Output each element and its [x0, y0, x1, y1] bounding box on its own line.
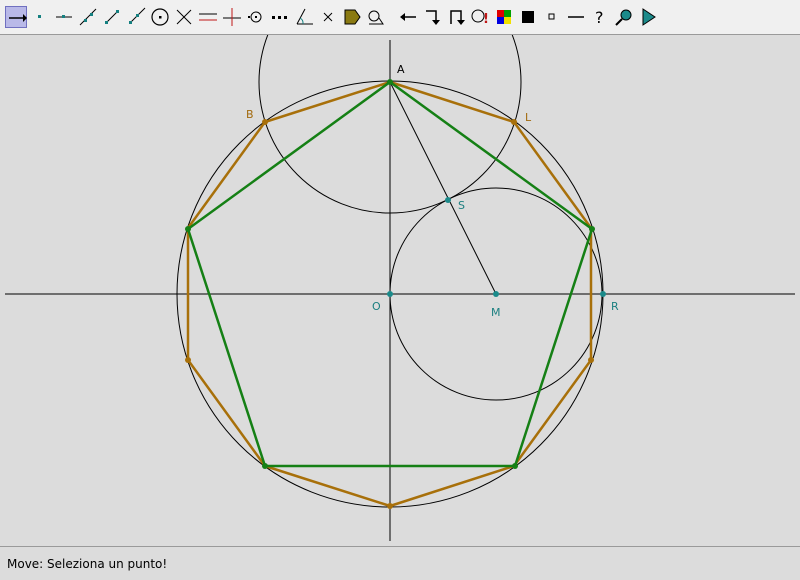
point-m[interactable]	[493, 291, 499, 297]
help-tool-button[interactable]: ?	[589, 6, 611, 28]
ray-icon	[129, 7, 146, 24]
delete-tool-button[interactable]	[317, 6, 339, 28]
point-l[interactable]	[511, 119, 517, 125]
label-r: R	[611, 300, 619, 313]
decagon-vertex[interactable]	[588, 357, 594, 363]
parallel-icon	[199, 13, 217, 21]
label-o: O	[372, 300, 381, 313]
midpoint-tool-button[interactable]	[245, 6, 267, 28]
drawing-canvas[interactable]: A B L S O M R	[0, 35, 800, 546]
point-a[interactable]	[387, 79, 393, 85]
point-on-object-tool-button[interactable]	[53, 6, 75, 28]
rename-icon: !	[471, 9, 489, 27]
line-style-tool-button[interactable]	[565, 6, 587, 28]
question-icon: ?	[595, 8, 604, 27]
zoom-tool-button[interactable]	[613, 6, 635, 28]
label-m: M	[491, 306, 501, 319]
status-bar: Move: Seleziona un punto!	[0, 546, 800, 580]
segment-icon	[105, 10, 119, 24]
label-a: A	[397, 63, 405, 76]
ray-tool-button[interactable]	[125, 6, 147, 28]
toolbar: ! ?	[0, 0, 800, 35]
svg-text:!: !	[483, 12, 489, 27]
label-s: S	[458, 199, 465, 212]
rename-tool-button[interactable]: !	[469, 6, 491, 28]
intersection-tool-button[interactable]	[173, 6, 195, 28]
delete-x-icon	[323, 12, 333, 22]
geometry-drawing[interactable]: A B L S O M R	[0, 35, 800, 546]
point-r[interactable]	[600, 291, 606, 297]
point-icon	[38, 15, 41, 18]
move-tool-button[interactable]	[5, 6, 27, 28]
small-square-icon	[548, 13, 555, 20]
point-on-line-icon	[56, 15, 72, 18]
locus-icon	[368, 10, 384, 25]
undo-tool-button[interactable]	[397, 6, 419, 28]
line-tool-button[interactable]	[77, 6, 99, 28]
locus-tool-button[interactable]	[365, 6, 387, 28]
parallel-tool-button[interactable]	[197, 6, 219, 28]
hook-arrow-icon	[450, 10, 465, 25]
redo-tool-button[interactable]	[421, 6, 443, 28]
midpoint-icon	[248, 11, 262, 23]
line-icon	[79, 8, 97, 26]
svg-text:?: ?	[595, 8, 604, 27]
fill-tool-button[interactable]	[341, 6, 363, 28]
point-tool-button[interactable]	[29, 6, 51, 28]
decagon-vertex[interactable]	[185, 357, 191, 363]
tag-fill-icon	[344, 9, 361, 25]
pentagon-vertex[interactable]	[512, 463, 518, 469]
circle-tool-button[interactable]	[149, 6, 171, 28]
play-icon	[642, 8, 656, 26]
thickness-tool-button[interactable]	[517, 6, 539, 28]
circle-center-icon	[151, 8, 169, 26]
distance-tool-button[interactable]	[269, 6, 291, 28]
dotted-segment-icon	[272, 16, 287, 19]
play-tool-button[interactable]	[637, 6, 659, 28]
intersection-icon	[176, 9, 192, 25]
decagon-vertex[interactable]	[387, 503, 393, 509]
pentagon-vertex[interactable]	[589, 226, 595, 232]
point-b[interactable]	[262, 119, 268, 125]
magnifier-icon	[615, 9, 632, 26]
angle-icon	[296, 8, 313, 25]
angle-tool-button[interactable]	[293, 6, 315, 28]
color-tool-button[interactable]	[493, 6, 515, 28]
move-arrow-icon	[9, 14, 27, 22]
left-arrow-icon	[400, 13, 416, 21]
redo-arrow-icon	[426, 10, 440, 25]
point-o[interactable]	[387, 291, 393, 297]
black-square-icon	[522, 11, 534, 23]
hide-tool-button[interactable]	[445, 6, 467, 28]
dash-icon	[568, 16, 584, 18]
segment-am[interactable]	[389, 81, 497, 295]
label-l: L	[525, 111, 532, 124]
pentagon-vertex[interactable]	[262, 463, 268, 469]
color-palette-icon	[497, 10, 511, 24]
point-s[interactable]	[445, 197, 451, 203]
segment-tool-button[interactable]	[101, 6, 123, 28]
perpendicular-icon	[223, 8, 241, 26]
point-style-tool-button[interactable]	[541, 6, 563, 28]
status-message: Move: Seleziona un punto!	[7, 557, 168, 571]
label-b: B	[246, 108, 254, 121]
perpendicular-tool-button[interactable]	[221, 6, 243, 28]
pentagon-vertex[interactable]	[185, 226, 191, 232]
